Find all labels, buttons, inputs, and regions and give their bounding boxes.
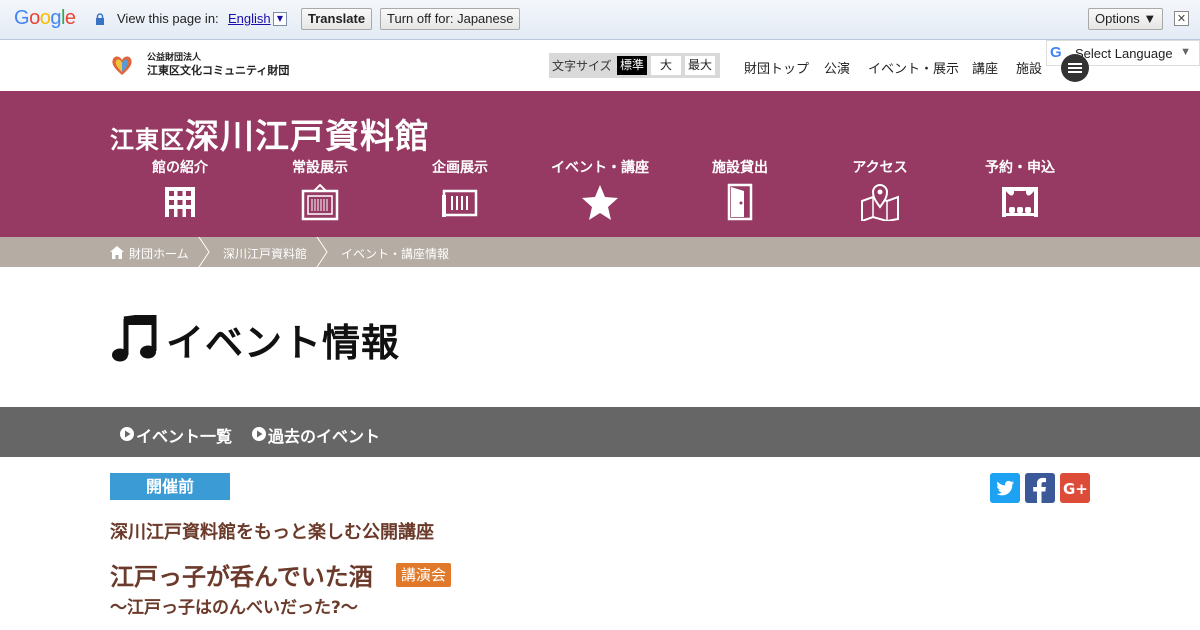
subnav-past-events[interactable]: 過去のイベント xyxy=(268,423,380,447)
play-circle-icon xyxy=(252,427,266,441)
breadcrumb-current: イベント・講座情報 xyxy=(341,247,450,261)
map-pin-icon xyxy=(861,184,899,221)
mainnav-permanent-exhibit[interactable]: 常設展示 xyxy=(260,157,380,221)
close-icon[interactable]: ✕ xyxy=(1174,11,1189,26)
museum-title-prefix: 江東区 xyxy=(110,126,185,154)
svg-text:G+: G+ xyxy=(1063,480,1088,498)
font-size-max[interactable]: 最大 xyxy=(685,56,715,75)
mainnav-label: アクセス xyxy=(852,160,908,176)
home-icon xyxy=(110,246,124,259)
mainnav-access[interactable]: アクセス xyxy=(820,157,940,221)
breadcrumb-separator-icon xyxy=(316,237,328,267)
museum-title[interactable]: 江東区深川江戸資料館 xyxy=(110,109,430,158)
mainnav-label: 予約・申込 xyxy=(985,160,1055,176)
exhibit-frame-icon xyxy=(301,183,339,221)
topnav-foundation-top[interactable]: 財団トップ xyxy=(744,58,809,77)
breadcrumb-foundation-home[interactable]: 財団ホーム xyxy=(129,245,189,262)
view-page-text: View this page in: xyxy=(117,11,219,26)
special-exhibit-icon xyxy=(442,189,478,217)
topnav-events-exhibits[interactable]: イベント・展示 xyxy=(868,58,959,77)
font-size-large[interactable]: 大 xyxy=(651,56,681,75)
topnav-facilities[interactable]: 施設 xyxy=(1016,58,1042,77)
event-title: 江戸っ子が呑んでいた酒 xyxy=(110,563,373,591)
mainnav-reservation[interactable]: 予約・申込 xyxy=(960,157,1080,221)
event-category-tag: 講演会 xyxy=(396,563,452,587)
foundation-title: 江東区文化コミュニティ財団 xyxy=(147,64,290,77)
breadcrumb-museum[interactable]: 深川江戸資料館 xyxy=(223,245,307,262)
subnav-event-list[interactable]: イベント一覧 xyxy=(136,423,232,447)
mainnav-events-courses[interactable]: イベント・講座 xyxy=(540,157,660,221)
mainnav-facility-rental[interactable]: 施設貸出 xyxy=(680,157,800,221)
mainnav-special-exhibit[interactable]: 企画展示 xyxy=(400,157,520,221)
event-subnav: イベント一覧 過去のイベント xyxy=(0,407,1200,457)
language-link[interactable]: English xyxy=(228,11,271,26)
foundation-type: 公益財団法人 xyxy=(147,53,202,63)
music-note-icon xyxy=(112,315,157,362)
language-dropdown-icon[interactable]: ▼ xyxy=(273,12,287,26)
google-logo: Google xyxy=(14,7,76,29)
options-button[interactable]: Options ▼ xyxy=(1088,8,1164,30)
mainnav-label: イベント・講座 xyxy=(551,160,649,176)
play-circle-icon xyxy=(120,427,134,441)
topnav-courses[interactable]: 講座 xyxy=(972,58,998,77)
status-badge: 開催前 xyxy=(110,473,230,500)
select-language-label: Select Language xyxy=(1075,46,1173,61)
mainnav-label: 常設展示 xyxy=(292,160,348,176)
foundation-logo-icon[interactable] xyxy=(110,53,134,77)
twitter-icon[interactable] xyxy=(990,473,1020,503)
turn-off-button[interactable]: Turn off for: Japanese xyxy=(380,8,521,30)
event-series: 深川江戸資料館をもっと楽しむ公開講座 xyxy=(110,522,434,543)
page-title: イベント情報 xyxy=(166,321,401,365)
font-size-standard[interactable]: 標準 xyxy=(617,56,647,75)
translate-button[interactable]: Translate xyxy=(301,8,373,30)
hamburger-menu-button[interactable] xyxy=(1061,54,1089,82)
mainnav-label: 館の紹介 xyxy=(152,160,208,176)
breadcrumb: 財団ホーム 深川江戸資料館 イベント・講座情報 xyxy=(0,237,1200,267)
star-icon xyxy=(582,185,618,220)
font-size-label: 文字サイズ xyxy=(552,59,612,73)
google-plus-icon[interactable]: G+ xyxy=(1060,473,1090,503)
foundation-name[interactable]: 公益財団法人 江東区文化コミュニティ財団 xyxy=(147,52,289,77)
mainnav-label: 施設貸出 xyxy=(712,160,768,176)
museum-title-main: 深川江戸資料館 xyxy=(185,117,430,157)
facebook-icon[interactable] xyxy=(1025,473,1055,503)
mainnav-label: 企画展示 xyxy=(432,160,488,176)
chevron-down-icon: ▼ xyxy=(1180,46,1191,58)
font-size-switcher: 文字サイズ 標準 大 最大 xyxy=(549,53,720,78)
mainnav-about[interactable]: 館の紹介 xyxy=(120,157,240,221)
site-header: 公益財団法人 江東区文化コミュニティ財団 文字サイズ 標準 大 最大 財団トップ… xyxy=(0,40,1200,91)
google-g-icon: G xyxy=(1050,44,1062,61)
topnav-performances[interactable]: 公演 xyxy=(824,58,850,77)
translate-bar: Google View this page in: English ▼ Tran… xyxy=(0,0,1200,40)
lock-icon xyxy=(96,13,104,25)
door-icon xyxy=(727,183,753,221)
museum-banner: 江東区深川江戸資料館 館の紹介 常設展示 企画展示 イベント・講座 施設貸出 ア… xyxy=(0,91,1200,237)
theater-icon xyxy=(1002,187,1038,217)
event-subtitle: ～江戸っ子はのんべいだった?～ xyxy=(110,598,358,618)
building-icon xyxy=(165,187,195,217)
breadcrumb-separator-icon xyxy=(198,237,210,267)
